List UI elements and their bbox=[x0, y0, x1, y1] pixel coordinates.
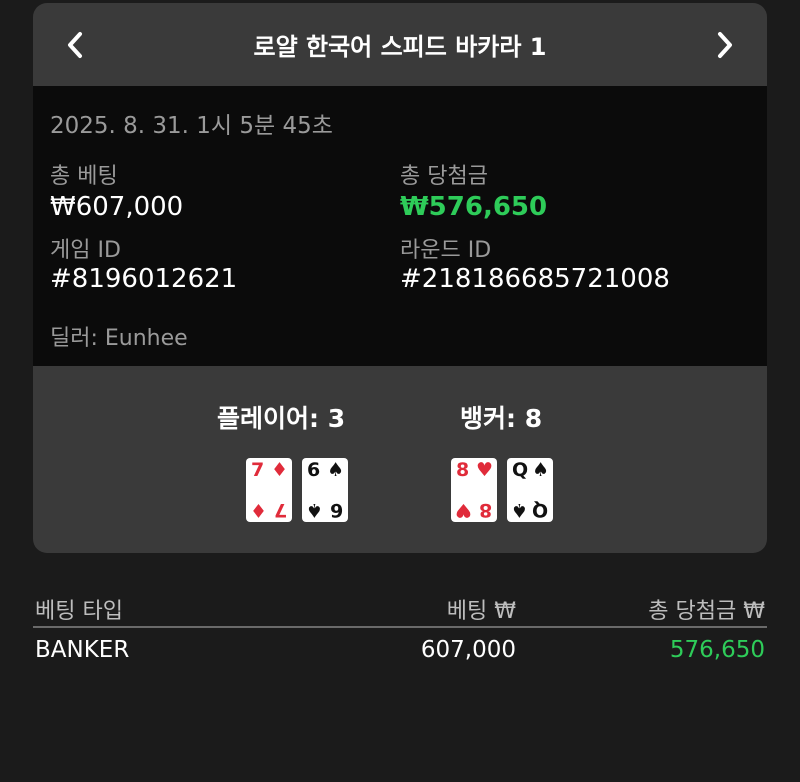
banker-card-1-suit-bottom: ♥ bbox=[455, 499, 473, 521]
total-bet-value: ₩607,000 bbox=[50, 192, 184, 222]
banker-card-2-rank: Q bbox=[512, 459, 529, 481]
total-win-value: ₩576,650 bbox=[400, 192, 548, 222]
player-card-2-suit-bottom: ♠ bbox=[306, 499, 324, 521]
chevron-left-icon bbox=[68, 32, 82, 58]
player-card-1-rank-bottom: 7 bbox=[274, 499, 287, 521]
total-bet-label: 총 베팅 bbox=[50, 164, 118, 189]
player-card-2-rank: 6 bbox=[307, 459, 321, 481]
player-card-1-suit-bottom: ♦ bbox=[250, 499, 268, 521]
next-round-button[interactable] bbox=[705, 25, 745, 65]
round-id-value: #218186685721008 bbox=[400, 264, 670, 294]
banker-card-1-rank: 8 bbox=[456, 459, 470, 481]
game-id-value: #8196012621 bbox=[50, 264, 238, 294]
player-score: 플레이어: 3 bbox=[217, 404, 346, 433]
heart-icon: ♥ bbox=[475, 459, 493, 481]
spade-icon: ♠ bbox=[531, 459, 549, 481]
diamond-icon: ♦ bbox=[270, 459, 288, 481]
player-card-2: 6 ♠ ♠ 6 bbox=[302, 458, 348, 522]
game-id-label: 게임 ID bbox=[50, 238, 121, 263]
column-header-total-win: 총 당첨금 ₩ bbox=[648, 599, 765, 624]
banker-card-2-suit-bottom: ♠ bbox=[511, 499, 529, 521]
table-cell-bet-type: BANKER bbox=[35, 637, 130, 663]
hands-section: 플레이어: 3 뱅커: 8 7 ♦ ♦ 7 6 ♠ ♠ 6 8 ♥ ♥ 8 Q … bbox=[33, 366, 767, 553]
round-info: 2025. 8. 31. 1시 5분 45초 총 베팅 ₩607,000 총 당… bbox=[33, 86, 767, 366]
player-card-1-rank-flipped: 7 bbox=[273, 499, 287, 521]
table-divider bbox=[33, 626, 767, 628]
column-header-bet-type: 베팅 타입 bbox=[35, 599, 123, 624]
banker-card-1-rank-flipped: 8 bbox=[478, 499, 492, 521]
header: 로얄 한국어 스피드 바카라 1 bbox=[33, 3, 767, 86]
player-card-1-rank: 7 bbox=[251, 459, 265, 481]
page-title: 로얄 한국어 스피드 바카라 1 bbox=[253, 33, 547, 61]
round-timestamp: 2025. 8. 31. 1시 5분 45초 bbox=[50, 113, 333, 139]
banker-card-1-rank-bottom: 8 bbox=[479, 499, 492, 521]
spade-icon: ♠ bbox=[306, 499, 323, 521]
spade-icon: ♠ bbox=[326, 459, 344, 481]
dealer-name: 딜러: Eunhee bbox=[50, 326, 188, 351]
banker-card-2-rank-bottom: Q bbox=[532, 499, 548, 521]
total-win-label: 총 당첨금 bbox=[400, 164, 488, 189]
table-cell-bet: 607,000 bbox=[420, 637, 516, 663]
player-card-1: 7 ♦ ♦ 7 bbox=[246, 458, 292, 522]
player-card-2-rank-flipped: 6 bbox=[329, 499, 343, 521]
chevron-right-icon bbox=[718, 32, 732, 58]
diamond-icon: ♦ bbox=[250, 499, 267, 521]
table-cell-total-win: 576,650 bbox=[669, 637, 765, 663]
banker-card-1: 8 ♥ ♥ 8 bbox=[451, 458, 497, 522]
banker-card-2-rank-flipped: Q bbox=[531, 499, 548, 521]
heart-icon: ♥ bbox=[455, 499, 472, 521]
column-header-bet: 베팅 ₩ bbox=[446, 599, 516, 624]
previous-round-button[interactable] bbox=[55, 25, 95, 65]
player-card-2-rank-bottom: 6 bbox=[330, 499, 343, 521]
banker-card-2: Q ♠ ♠ Q bbox=[507, 458, 553, 522]
round-id-label: 라운드 ID bbox=[400, 238, 492, 263]
spade-icon: ♠ bbox=[511, 499, 528, 521]
banker-score: 뱅커: 8 bbox=[460, 404, 543, 433]
round-detail-panel: 로얄 한국어 스피드 바카라 1 2025. 8. 31. 1시 5분 45초 … bbox=[33, 3, 767, 553]
